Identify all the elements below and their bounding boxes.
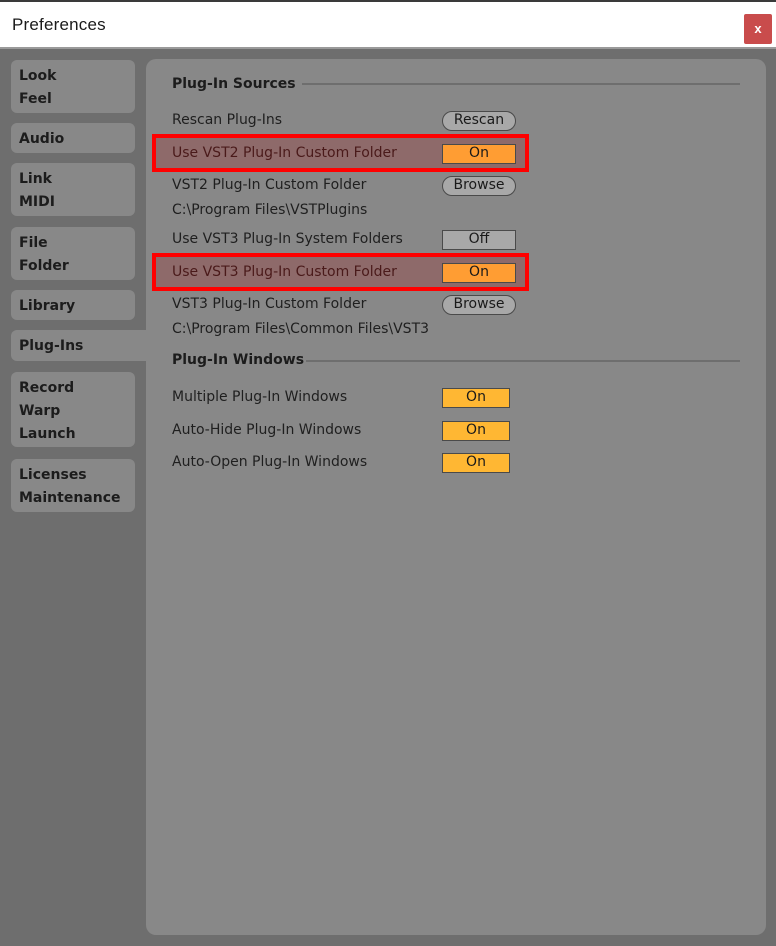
tab-label: Launch (19, 426, 76, 442)
tab-label: Licenses (19, 467, 87, 483)
section-divider (302, 83, 740, 85)
rescan-label: Rescan Plug-Ins (172, 112, 283, 128)
vst2-browse-button[interactable]: Browse (442, 176, 516, 196)
vst2-use-custom-toggle[interactable]: On (442, 144, 516, 164)
multiple-windows-label: Multiple Plug-In Windows (172, 389, 348, 405)
settings-panel: Plug-In Sources Rescan Plug-Ins Rescan U… (146, 59, 766, 935)
tab-link-midi[interactable]: Link MIDI (11, 163, 135, 216)
auto-open-windows-label: Auto-Open Plug-In Windows (172, 454, 368, 470)
vst3-custom-folder-label: VST3 Plug-In Custom Folder (172, 296, 367, 312)
tab-label: File (19, 235, 48, 251)
vst2-custom-folder-label: VST2 Plug-In Custom Folder (172, 177, 367, 193)
rescan-button[interactable]: Rescan (442, 111, 516, 131)
vst2-folder-path: C:\Program Files\VSTPlugins (172, 202, 368, 218)
tab-label: Warp (19, 403, 61, 419)
tab-label: Plug-Ins (19, 338, 84, 354)
tab-file-folder[interactable]: File Folder (11, 227, 135, 280)
preferences-content: Look Feel Audio Link MIDI File Folder Li… (0, 49, 776, 946)
section-divider (306, 360, 740, 362)
tab-label: MIDI (19, 194, 55, 210)
tab-label: Audio (19, 131, 65, 147)
tab-record-warp-launch[interactable]: Record Warp Launch (11, 372, 135, 447)
tab-label: Link (19, 171, 52, 187)
auto-open-windows-toggle[interactable]: On (442, 453, 510, 473)
tab-label: Library (19, 298, 76, 314)
section-header-plugin-windows: Plug-In Windows (172, 352, 305, 368)
tab-label: Feel (19, 91, 52, 107)
tab-plug-ins[interactable]: Plug-Ins (11, 330, 161, 361)
vst3-system-label: Use VST3 Plug-In System Folders (172, 231, 403, 247)
tab-library[interactable]: Library (11, 290, 135, 320)
vst3-system-toggle[interactable]: Off (442, 230, 516, 250)
title-bar: Preferences x (0, 0, 776, 49)
close-button[interactable]: x (744, 14, 772, 44)
auto-hide-windows-toggle[interactable]: On (442, 421, 510, 441)
auto-hide-windows-label: Auto-Hide Plug-In Windows (172, 422, 362, 438)
multiple-windows-toggle[interactable]: On (442, 388, 510, 408)
section-header-plugin-sources: Plug-In Sources (172, 76, 296, 92)
tab-label: Record (19, 380, 75, 396)
vst3-folder-path: C:\Program Files\Common Files\VST3 (172, 321, 430, 337)
tab-licenses-maintenance[interactable]: Licenses Maintenance (11, 459, 135, 512)
vst2-use-custom-label: Use VST2 Plug-In Custom Folder (172, 145, 397, 161)
tab-look-feel[interactable]: Look Feel (11, 60, 135, 113)
window-title: Preferences (12, 15, 106, 34)
tab-audio[interactable]: Audio (11, 123, 135, 153)
tab-label: Folder (19, 258, 69, 274)
vst3-use-custom-label: Use VST3 Plug-In Custom Folder (172, 264, 397, 280)
tab-label: Look (19, 68, 57, 84)
vst3-browse-button[interactable]: Browse (442, 295, 516, 315)
vst3-use-custom-toggle[interactable]: On (442, 263, 516, 283)
tab-label: Maintenance (19, 490, 121, 506)
